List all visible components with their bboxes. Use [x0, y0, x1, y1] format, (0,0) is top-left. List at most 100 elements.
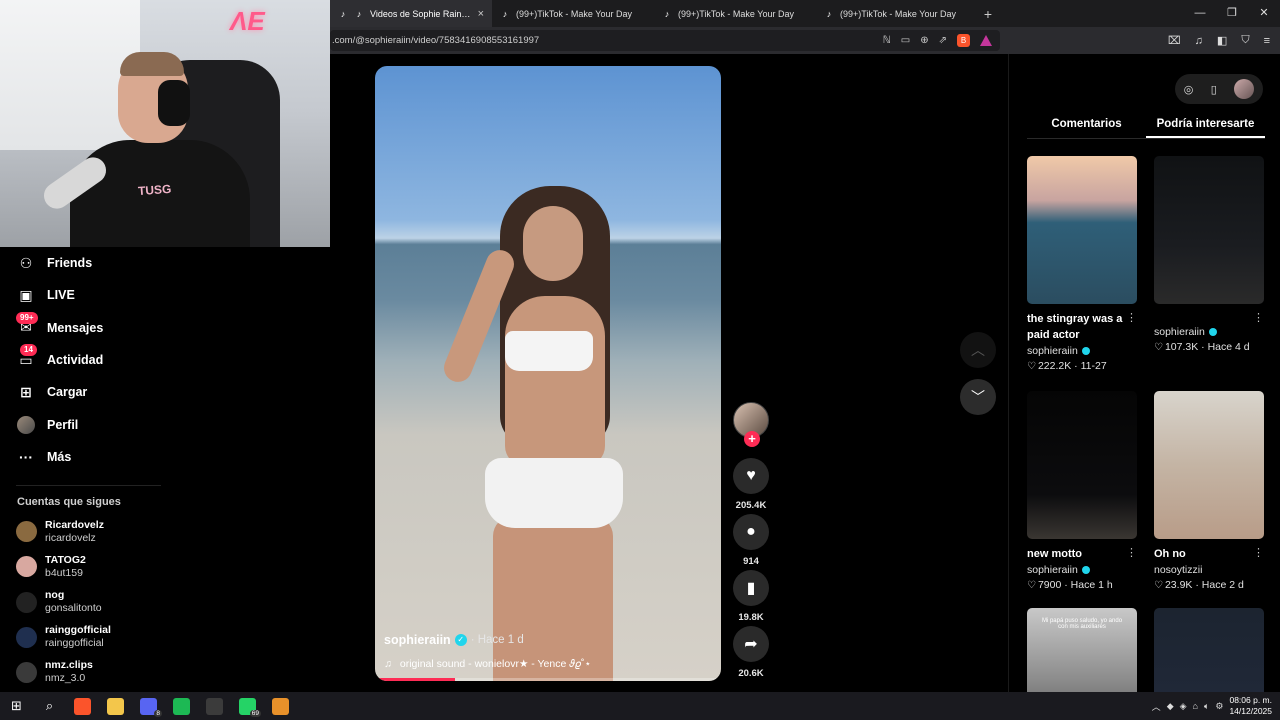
- card-likes: 222.2K: [1037, 360, 1072, 372]
- vpn-tray-icon[interactable]: ◆: [1167, 701, 1174, 712]
- following-item[interactable]: TATOG2 b4ut159: [0, 549, 330, 584]
- tab-suggestions[interactable]: Podría interesarte: [1146, 117, 1265, 138]
- phone-icon[interactable]: ▯: [1211, 83, 1217, 96]
- friends-icon: ⚇: [19, 254, 33, 271]
- new-tab-button[interactable]: +: [978, 6, 998, 22]
- url-field[interactable]: .com/@sophieraiin/video/7583416908553161…: [330, 30, 1000, 51]
- brave-icon[interactable]: [66, 692, 99, 720]
- search-icon[interactable]: ⌕: [33, 692, 66, 720]
- discord-icon[interactable]: 8: [132, 692, 165, 720]
- next-video-button[interactable]: ﹀: [960, 379, 996, 415]
- card-author[interactable]: sophieraiin: [1154, 326, 1264, 338]
- card-author[interactable]: sophieraiin: [1027, 564, 1137, 576]
- creator-avatar[interactable]: +: [733, 402, 769, 447]
- spotify-icon[interactable]: [165, 692, 198, 720]
- video-thumbnail[interactable]: [1154, 156, 1264, 304]
- tab-title: (99+)TikTok - Make Your Day: [840, 8, 956, 19]
- more-options-icon[interactable]: ⋮: [1253, 546, 1264, 562]
- suggested-video-card[interactable]: ⋮ sophieraiin ♡ 107.3K · Hace 4 d: [1154, 156, 1264, 353]
- chevron-up-icon[interactable]: ︿: [1152, 700, 1161, 713]
- browser-tab[interactable]: ♪ (99+)TikTok - Make Your Day: [816, 0, 978, 27]
- video-sound[interactable]: ♫ original sound - wonielovr★ - Yence 𝜗𝜚…: [384, 658, 591, 671]
- card-author[interactable]: nosoytizzii: [1154, 564, 1264, 576]
- video-thumbnail[interactable]: [1027, 391, 1137, 539]
- video-progress-bar[interactable]: [375, 678, 721, 681]
- follow-plus-icon[interactable]: +: [744, 431, 760, 447]
- previous-video-button[interactable]: ︿: [960, 332, 996, 368]
- brave-shields-icon[interactable]: B: [957, 34, 970, 47]
- network-icon[interactable]: ⌂: [1193, 701, 1198, 711]
- card-likes: 107.3K: [1164, 341, 1199, 353]
- browser-tab-active[interactable]: ♪ ♪ Videos de Sophie Rain (@sop ×: [330, 0, 492, 27]
- sidebar-item-more[interactable]: ··· Más: [0, 441, 330, 473]
- suggested-video-card[interactable]: the stingray was a paid actor ⋮ sophieraii…: [1027, 156, 1137, 372]
- more-options-icon[interactable]: ⋮: [1253, 311, 1264, 324]
- comment-icon: ●: [746, 523, 756, 540]
- author-name[interactable]: sophieraiin: [384, 633, 451, 647]
- obs-icon[interactable]: [198, 692, 231, 720]
- share-button[interactable]: ➦: [733, 626, 769, 662]
- screenshot-icon[interactable]: ⌧: [1168, 34, 1181, 47]
- sidebar-item-label: Perfil: [47, 417, 79, 432]
- suggested-video-card[interactable]: new motto ⋮ sophieraiin ♡ 7900 · Hace 1 h: [1027, 391, 1137, 591]
- media-icon[interactable]: ♫: [1195, 35, 1203, 47]
- share-icon[interactable]: ⇗: [939, 35, 947, 46]
- more-options-icon[interactable]: ⋮: [1126, 311, 1137, 343]
- browser-tab[interactable]: ♪ (99+)TikTok - Make Your Day: [492, 0, 654, 27]
- sidebar-toggle-icon[interactable]: ◧: [1217, 34, 1227, 47]
- card-author[interactable]: sophieraiin: [1027, 345, 1137, 357]
- volume-icon[interactable]: 🔈︎: [1204, 701, 1209, 712]
- suggested-video-card[interactable]: Oh no ⋮ nosoytizzii ♡ 23.9K · Hace 2 d: [1154, 391, 1264, 591]
- following-item[interactable]: rainggofficial rainggofficial: [0, 620, 330, 655]
- url-actions: ℕ ▭ ⊕ ⇗ B: [883, 30, 992, 51]
- save-button[interactable]: ▮: [733, 570, 769, 606]
- sidebar-item-profile[interactable]: Perfil: [0, 408, 330, 440]
- audio-icon[interactable]: ♪: [338, 9, 348, 19]
- restore-button[interactable]: ❐: [1216, 0, 1248, 27]
- compass-icon[interactable]: ◎: [1184, 83, 1194, 96]
- browser-tab[interactable]: ♪ (99+)TikTok - Make Your Day: [654, 0, 816, 27]
- close-window-button[interactable]: ✕: [1248, 0, 1280, 27]
- sidebar-item-messages[interactable]: ✉ 99+ Mensajes: [0, 311, 330, 344]
- file-explorer-icon[interactable]: [99, 692, 132, 720]
- sidebar-item-friends[interactable]: ⚇ Friends: [0, 247, 330, 279]
- menu-icon[interactable]: ≡: [1264, 35, 1270, 47]
- windows-start-icon[interactable]: ⊞: [0, 692, 33, 720]
- clock-time: 08:06 p. m.: [1229, 695, 1272, 705]
- like-button[interactable]: ♥: [733, 458, 769, 494]
- streamer-hair: [120, 52, 184, 76]
- sidebar-item-live[interactable]: ▣ LIVE: [0, 279, 330, 311]
- card-meta: ♡ 7900 · Hace 1 h: [1027, 579, 1113, 591]
- minimize-button[interactable]: —: [1184, 0, 1216, 27]
- close-tab-icon[interactable]: ×: [478, 8, 484, 20]
- brave-rewards-icon[interactable]: [980, 35, 992, 46]
- vpn-icon[interactable]: ⛉: [1241, 34, 1249, 47]
- tab-comments[interactable]: Comentarios: [1027, 117, 1146, 138]
- picture-in-picture-icon[interactable]: ▭: [901, 35, 910, 46]
- system-tray: ︿ ◆ ◈ ⌂ 🔈︎ ⚙ 08:06 p. m. 14/12/2025: [1152, 692, 1272, 720]
- video-thumbnail[interactable]: [1154, 391, 1264, 539]
- taskbar-glyph: ⌕: [45, 698, 54, 713]
- sidebar-item-upload[interactable]: ⊞ Cargar: [0, 376, 330, 408]
- chevron-down-icon: ﹀: [971, 389, 985, 405]
- card-author-name: sophieraiin: [1154, 326, 1205, 338]
- following-item[interactable]: Ricardovelz ricardovelz: [0, 514, 330, 549]
- avatar: [16, 556, 37, 578]
- system-clock[interactable]: 08:06 p. m. 14/12/2025: [1229, 695, 1272, 717]
- more-options-icon[interactable]: ⋮: [1126, 546, 1137, 562]
- card-likes: 7900: [1037, 579, 1062, 591]
- media-off-icon[interactable]: ℕ: [883, 35, 891, 46]
- whatsapp-icon[interactable]: 69: [231, 692, 264, 720]
- sidebar-item-activity[interactable]: ▭ 14 Actividad: [0, 344, 330, 376]
- following-item[interactable]: nmz.clips nmz_3.0: [0, 655, 330, 690]
- following-item[interactable]: nog gonsalitonto: [0, 584, 330, 619]
- video-thumbnail[interactable]: [1027, 156, 1137, 304]
- app-icon[interactable]: [264, 692, 297, 720]
- video-player[interactable]: sophieraiin ✓ · Hace 1 d ♫ original soun…: [375, 66, 721, 681]
- shield-tray-icon[interactable]: ◈: [1180, 701, 1187, 712]
- video-author[interactable]: sophieraiin ✓ · Hace 1 d: [384, 633, 524, 647]
- comment-button[interactable]: ●: [733, 514, 769, 550]
- avatar[interactable]: [1234, 79, 1255, 99]
- language-icon[interactable]: ⚙: [1215, 701, 1223, 712]
- zoom-icon[interactable]: ⊕: [920, 35, 928, 46]
